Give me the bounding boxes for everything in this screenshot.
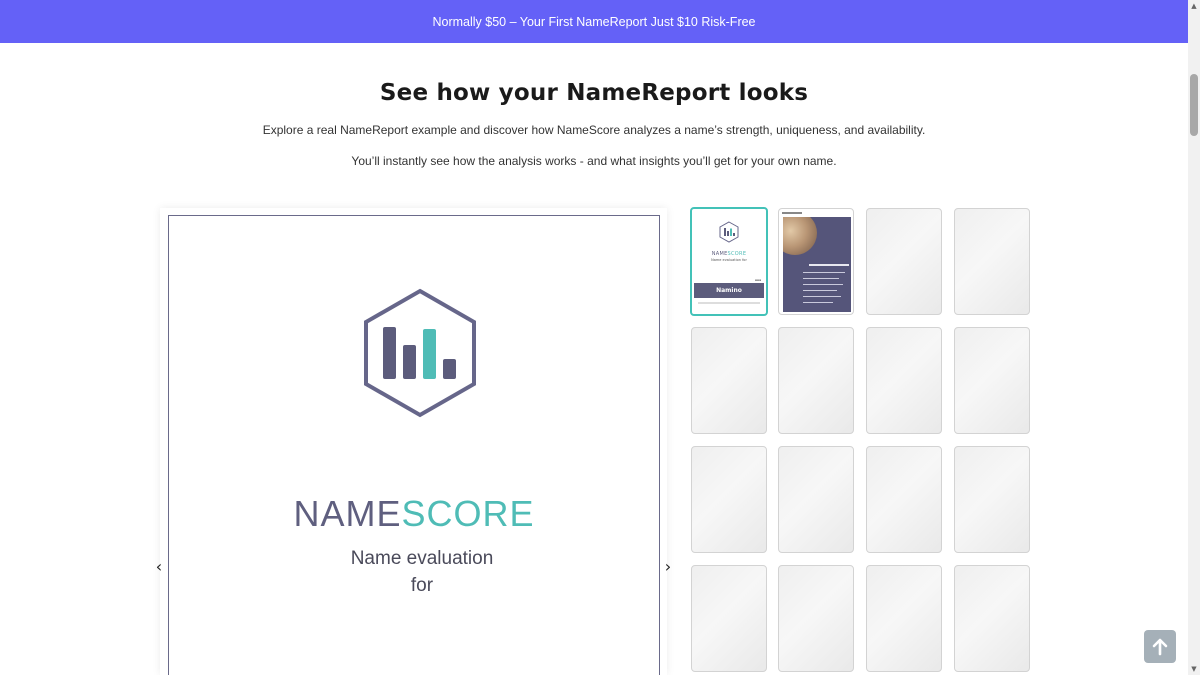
page-scrollbar[interactable]: ▲ ▼: [1188, 0, 1200, 675]
brand-wordmark: NAMESCORE: [168, 493, 660, 535]
arrow-up-icon: [1152, 638, 1168, 655]
thumbnail-page-3[interactable]: [866, 208, 942, 315]
thumb-date: ▪▪▪: [754, 278, 761, 282]
thumbnail-page-1[interactable]: NAMESCORE Name evaluation for ▪▪▪ Namino: [690, 207, 768, 316]
evaluation-for: for: [410, 575, 434, 596]
thumb-header-strip: [782, 212, 802, 214]
section-title: See how your NameReport looks: [379, 80, 809, 106]
thumbnail-page-5[interactable]: [691, 327, 767, 434]
promo-banner: Normally $50 – Your First NameReport Jus…: [0, 0, 1188, 43]
thumb-text-line: [803, 302, 833, 303]
report-page-preview: [168, 215, 660, 675]
thumbnail-page-10[interactable]: [778, 446, 854, 553]
evaluation-heading: Name evaluation: [350, 548, 494, 569]
scroll-to-top-button[interactable]: [1144, 630, 1176, 663]
thumbnail-page-6[interactable]: [778, 327, 854, 434]
thumbnail-page-9[interactable]: [691, 446, 767, 553]
brand-part-score: SCORE: [401, 493, 535, 534]
scroll-up-icon[interactable]: ▲: [1190, 2, 1198, 10]
next-page-button[interactable]: ›: [661, 557, 675, 576]
thumbnail-page-16[interactable]: [954, 565, 1030, 672]
thumb-text-line: [803, 290, 837, 291]
thumbnail-page-12[interactable]: [954, 446, 1030, 553]
thumb-intro-panel: [783, 217, 851, 312]
promo-text: Normally $50 – Your First NameReport Jus…: [432, 14, 756, 29]
thumb-brand: NAMESCORE: [711, 251, 747, 257]
section-subdescription: You’ll instantly see how the analysis wo…: [351, 154, 837, 168]
thumb-text-line: [803, 296, 841, 297]
thumbnail-page-13[interactable]: [691, 565, 767, 672]
thumb-heading-line: [809, 264, 849, 266]
thumbnail-page-14[interactable]: [778, 565, 854, 672]
scroll-down-icon[interactable]: ▼: [1190, 665, 1198, 673]
thumbnail-page-7[interactable]: [866, 327, 942, 434]
previous-page-button[interactable]: ‹: [152, 557, 166, 576]
thumb-photo: [783, 217, 817, 255]
thumb-text-line: [803, 272, 845, 273]
thumbnail-page-11[interactable]: [866, 446, 942, 553]
brand-part-name: NAME: [293, 493, 402, 534]
thumb-text-line: [803, 284, 843, 285]
thumb-text-line: [803, 278, 839, 279]
thumbnail-page-8[interactable]: [954, 327, 1030, 434]
thumb-subtitle: Name evaluation for: [711, 258, 747, 262]
thumbnail-page-2[interactable]: [778, 208, 854, 315]
thumbnail-page-15[interactable]: [866, 565, 942, 672]
thumb-footer-line: [698, 302, 760, 304]
hexagon-bar-chart-icon: [364, 288, 476, 418]
section-description: Explore a real NameReport example and di…: [262, 123, 926, 137]
thumbnail-page-4[interactable]: [954, 208, 1030, 315]
scrollbar-thumb[interactable]: [1190, 74, 1198, 136]
thumb-name-band: Namino: [694, 283, 764, 298]
hexagon-bar-chart-icon: [719, 221, 739, 243]
